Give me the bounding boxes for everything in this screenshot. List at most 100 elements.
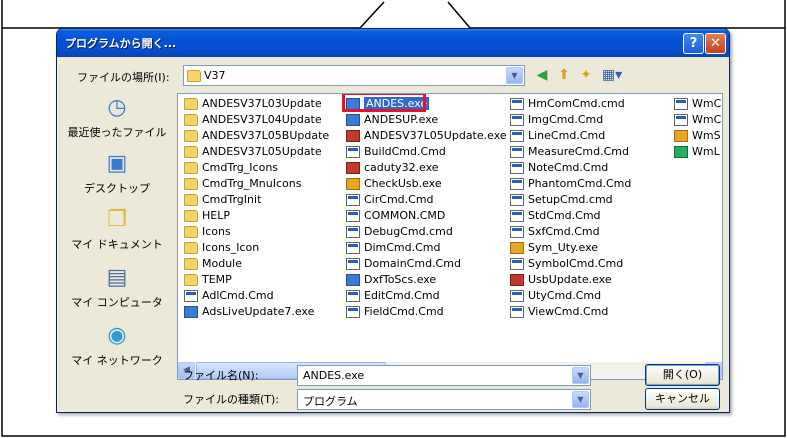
- file-item[interactable]: DomainCmd.Cmd: [346, 256, 507, 272]
- file-name: SymbolCmd.Cmd: [528, 257, 624, 270]
- cmd-file-icon: [346, 226, 360, 238]
- file-item[interactable]: SetupCmd.cmd: [510, 192, 631, 208]
- back-icon[interactable]: ◀: [531, 65, 553, 85]
- up-folder-icon[interactable]: ⬆: [553, 65, 575, 85]
- close-button[interactable]: ✕: [705, 33, 726, 54]
- file-name: DebugCmd.cmd: [364, 225, 453, 238]
- file-name: SxfCmd.Cmd: [528, 225, 600, 238]
- file-item[interactable]: StdCmd.Cmd: [510, 208, 631, 224]
- file-item[interactable]: Icons_Icon: [184, 240, 329, 256]
- file-item[interactable]: CmdTrgInit: [184, 192, 329, 208]
- file-item[interactable]: HELP: [184, 208, 329, 224]
- place-my-documents[interactable]: ❐ マイ ドキュメント: [63, 205, 171, 252]
- file-item[interactable]: WmC: [674, 112, 721, 128]
- file-item[interactable]: Icons: [184, 224, 329, 240]
- file-item[interactable]: EditCmd.Cmd: [346, 288, 507, 304]
- file-item[interactable]: ANDESV37L05BUpdate: [184, 128, 329, 144]
- cmd-file-icon: [510, 178, 524, 190]
- file-item[interactable]: ANDESV37L05Update.exe: [346, 128, 507, 144]
- folder-icon: [184, 114, 198, 126]
- folder-icon: [184, 162, 198, 174]
- file-item[interactable]: BuildCmd.Cmd: [346, 144, 507, 160]
- place-desktop[interactable]: ▣ デスクトップ: [63, 149, 171, 196]
- title-bar[interactable]: プログラムから開く... ? ✕: [57, 29, 729, 57]
- file-name: WmL: [692, 145, 720, 158]
- file-item[interactable]: ANDESV37L04Update: [184, 112, 329, 128]
- open-button[interactable]: 開く(O): [645, 364, 720, 386]
- file-item[interactable]: ImgCmd.Cmd: [510, 112, 631, 128]
- place-label: マイ ドキュメント: [71, 238, 163, 251]
- file-item[interactable]: WmC: [674, 96, 721, 112]
- file-item[interactable]: AdsLiveUpdate7.exe: [184, 304, 329, 320]
- chevron-down-icon[interactable]: ▼: [572, 367, 589, 384]
- cmd-file-icon: [510, 114, 524, 126]
- file-column-2: ANDES.exe ANDESUP.exe ANDESV37L05Update.ex…: [346, 96, 507, 320]
- file-item[interactable]: ANDESV37L05Update: [184, 144, 329, 160]
- place-label: デスクトップ: [84, 182, 150, 195]
- file-name: CheckUsb.exe: [364, 177, 442, 190]
- location-value: V37: [204, 69, 226, 82]
- file-item[interactable]: LineCmd.Cmd: [510, 128, 631, 144]
- cmd-file-icon: [346, 258, 360, 270]
- file-item[interactable]: NoteCmd.Cmd: [510, 160, 631, 176]
- file-name: AdlCmd.Cmd: [202, 289, 274, 302]
- file-column-1: ANDESV37L03Update ANDESV37L04Update ANDESV…: [184, 96, 329, 320]
- location-dropdown[interactable]: V37 ▼: [183, 65, 525, 86]
- cancel-button[interactable]: キャンセル: [645, 388, 720, 410]
- file-item[interactable]: AdlCmd.Cmd: [184, 288, 329, 304]
- filetype-dropdown[interactable]: プログラム ▼: [297, 389, 591, 410]
- file-name: DomainCmd.Cmd: [364, 257, 461, 270]
- file-item[interactable]: WmL: [674, 144, 721, 160]
- file-name: DxfToScs.exe: [364, 273, 437, 286]
- exe-file-icon: [346, 178, 360, 190]
- file-item[interactable]: DxfToScs.exe: [346, 272, 507, 288]
- exe-file-icon: [346, 274, 360, 286]
- file-item[interactable]: ViewCmd.Cmd: [510, 304, 631, 320]
- file-name: ANDESV37L05Update: [202, 145, 322, 158]
- file-item[interactable]: SymbolCmd.Cmd: [510, 256, 631, 272]
- filetype-label: ファイルの種類(T):: [183, 393, 280, 406]
- folder-icon: [184, 258, 198, 270]
- cmd-file-icon: [346, 210, 360, 222]
- file-item[interactable]: DebugCmd.cmd: [346, 224, 507, 240]
- places-bar: ◷ 最近使ったファイル ▣ デスクトップ ❐ マイ ドキュメント ▤ マイ コン…: [63, 93, 171, 378]
- file-item[interactable]: PhantomCmd.Cmd: [510, 176, 631, 192]
- view-menu-icon[interactable]: ▦▾: [597, 65, 627, 85]
- file-item[interactable]: TEMP: [184, 272, 329, 288]
- folder-icon: [184, 242, 198, 254]
- place-my-network[interactable]: ◉ マイ ネットワーク: [63, 321, 171, 368]
- cmd-file-icon: [346, 290, 360, 302]
- new-folder-icon[interactable]: ✦: [575, 65, 597, 85]
- file-item[interactable]: CmdTrg_MnuIcons: [184, 176, 329, 192]
- place-recent[interactable]: ◷ 最近使ったファイル: [63, 93, 171, 140]
- file-item[interactable]: Sym_Uty.exe: [510, 240, 631, 256]
- file-item[interactable]: CmdTrg_Icons: [184, 160, 329, 176]
- help-button[interactable]: ?: [683, 33, 704, 54]
- file-item[interactable]: CirCmd.Cmd: [346, 192, 507, 208]
- file-list[interactable]: ANDESV37L03Update ANDESV37L04Update ANDESV…: [177, 93, 723, 380]
- place-my-computer[interactable]: ▤ マイ コンピュータ: [63, 263, 171, 310]
- file-item[interactable]: SxfCmd.Cmd: [510, 224, 631, 240]
- file-name: ImgCmd.Cmd: [528, 113, 604, 126]
- file-item[interactable]: UtyCmd.Cmd: [510, 288, 631, 304]
- chevron-down-icon[interactable]: ▼: [572, 391, 589, 408]
- cmd-file-icon: [184, 290, 198, 302]
- filename-input[interactable]: ANDES.exe ▼: [297, 365, 591, 386]
- file-item[interactable]: ANDESUP.exe: [346, 112, 507, 128]
- file-item[interactable]: COMMON.CMD: [346, 208, 507, 224]
- file-name: CirCmd.Cmd: [364, 193, 434, 206]
- file-item[interactable]: FieldCmd.Cmd: [346, 304, 507, 320]
- file-item[interactable]: CheckUsb.exe: [346, 176, 507, 192]
- file-item[interactable]: ANDESV37L03Update: [184, 96, 329, 112]
- file-item[interactable]: WmS: [674, 128, 721, 144]
- file-item[interactable]: MeasureCmd.Cmd: [510, 144, 631, 160]
- file-item[interactable]: DimCmd.Cmd: [346, 240, 507, 256]
- cmd-file-icon: [510, 210, 524, 222]
- file-item[interactable]: caduty32.exe: [346, 160, 507, 176]
- file-item[interactable]: Module: [184, 256, 329, 272]
- chevron-down-icon[interactable]: ▼: [506, 67, 523, 84]
- file-item[interactable]: UsbUpdate.exe: [510, 272, 631, 288]
- dialog-title: プログラムから開く...: [65, 37, 177, 50]
- folder-icon: [184, 274, 198, 286]
- file-item[interactable]: HmComCmd.cmd: [510, 96, 631, 112]
